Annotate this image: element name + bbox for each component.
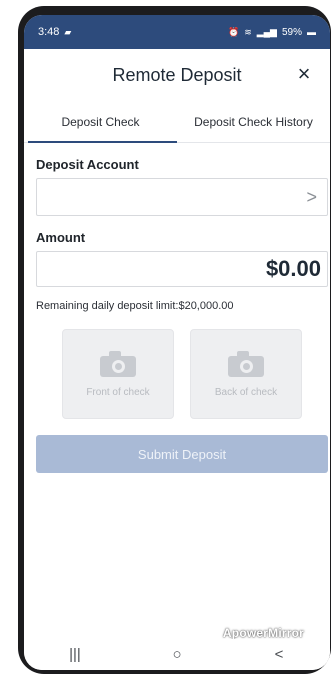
camera-icon <box>100 350 136 377</box>
signal-icon: ▂▄▆ <box>256 26 277 37</box>
recent-apps-icon[interactable]: ||| <box>55 646 95 663</box>
chevron-right-icon: > <box>306 186 317 207</box>
deposit-account-label: Deposit Account <box>36 157 139 172</box>
status-bar: 3:48 ▰ ⏰ ≋ ▂▄▆ 59% ▬ <box>24 15 330 49</box>
check-image-row: Front of check Back of check <box>62 329 302 419</box>
sim-card-icon: ▰ <box>64 26 72 37</box>
camera-icon <box>228 350 264 377</box>
system-nav-bar: ||| ○ < <box>24 639 330 670</box>
tab-label: Deposit Check History <box>194 114 313 129</box>
tab-deposit-check-history[interactable]: Deposit Check History <box>177 101 330 142</box>
submit-deposit-button[interactable]: Submit Deposit <box>36 435 328 473</box>
deposit-limit-text: Remaining daily deposit limit:$20,000.00 <box>36 300 234 312</box>
wifi-icon: ≋ <box>244 26 252 37</box>
tab-label: Deposit Check <box>61 114 140 129</box>
back-icon[interactable]: < <box>259 646 299 663</box>
tab-bar: Deposit Check Deposit Check History <box>24 101 330 143</box>
page-title: Remote Deposit <box>112 64 242 85</box>
status-right: ⏰ ≋ ▂▄▆ 59% ▬ <box>228 27 316 38</box>
watermark: ApowerMirror <box>222 626 304 640</box>
home-icon[interactable]: ○ <box>157 646 197 663</box>
status-time: 3:48 <box>38 26 60 38</box>
front-of-check-button[interactable]: Front of check <box>62 329 174 419</box>
title-bar: Remote Deposit × <box>24 49 330 101</box>
alarm-icon: ⏰ <box>227 26 240 37</box>
amount-input[interactable]: $0.00 <box>36 251 328 287</box>
close-icon[interactable]: × <box>292 63 316 87</box>
front-of-check-label: Front of check <box>86 386 150 398</box>
amount-label: Amount <box>36 230 86 245</box>
app-screen: 3:48 ▰ ⏰ ≋ ▂▄▆ 59% ▬ Remote Deposit × De… <box>24 15 330 670</box>
deposit-account-select[interactable]: > <box>36 178 328 216</box>
status-left: 3:48 ▰ <box>38 26 71 38</box>
deposit-form: Deposit Account > Amount $0.00 Remaining… <box>36 143 330 312</box>
tab-deposit-check[interactable]: Deposit Check <box>24 101 177 143</box>
battery-percent: 59% <box>281 26 302 38</box>
back-of-check-button[interactable]: Back of check <box>190 329 302 419</box>
back-of-check-label: Back of check <box>214 386 278 398</box>
battery-icon: ▬ <box>307 26 316 37</box>
